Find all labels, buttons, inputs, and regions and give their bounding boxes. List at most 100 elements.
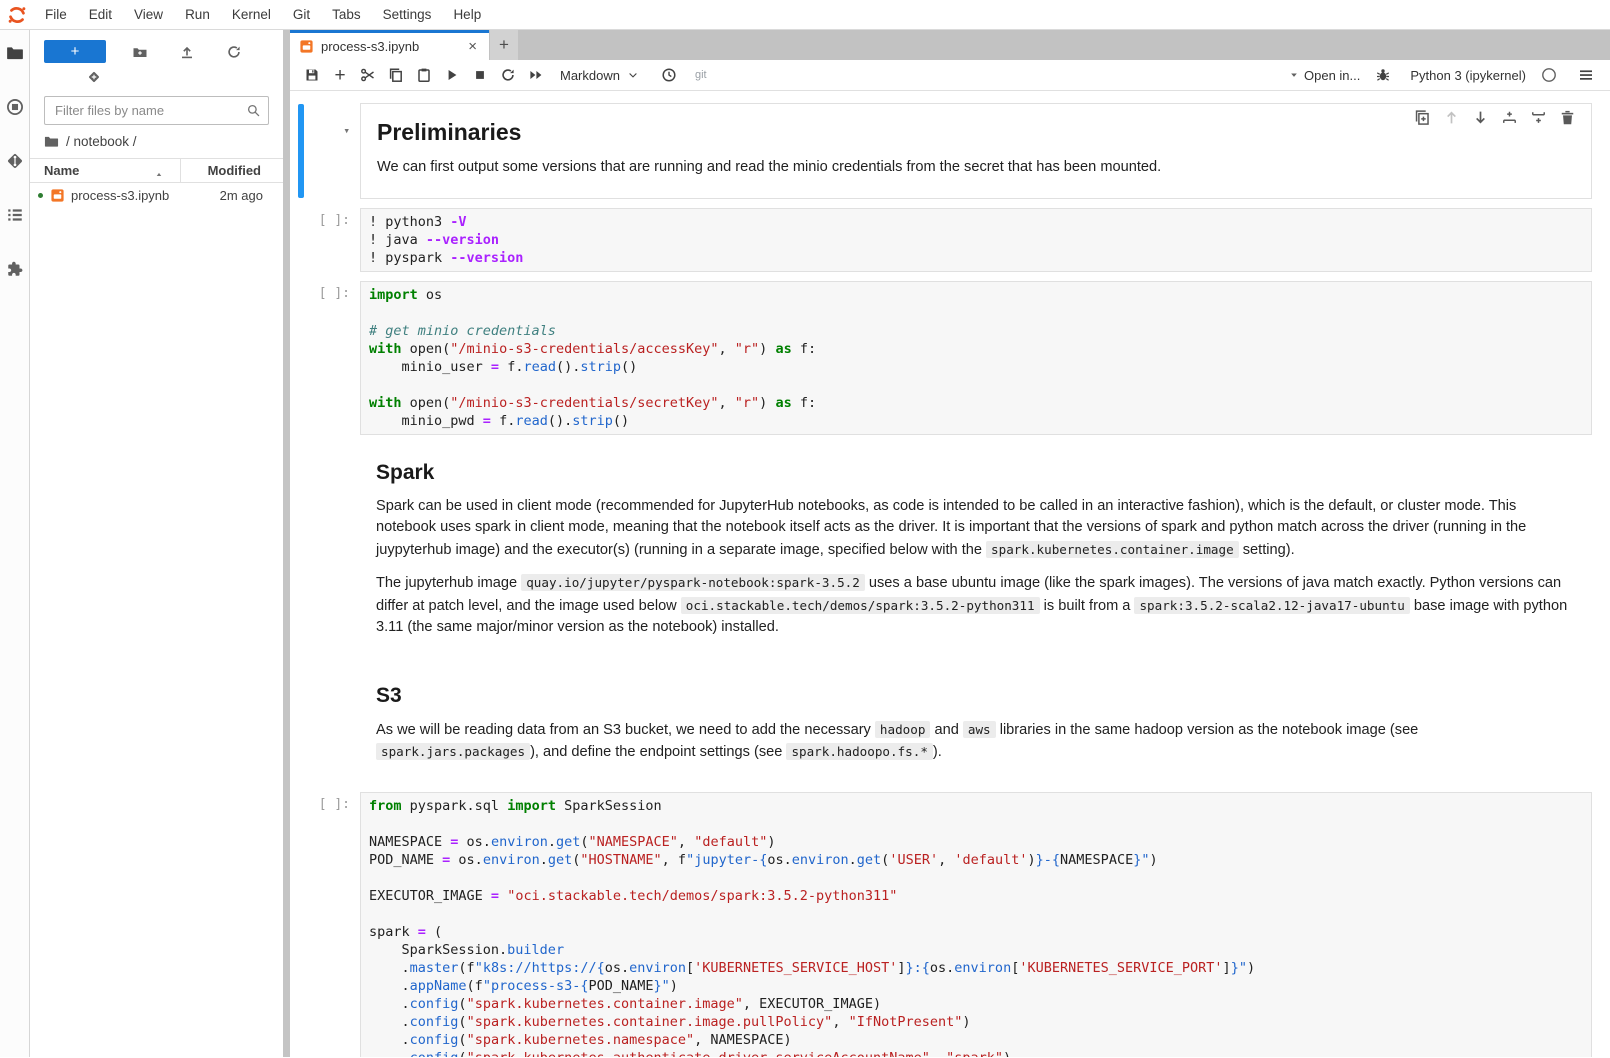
- upload-icon[interactable]: [179, 44, 195, 60]
- save-icon[interactable]: [298, 62, 326, 88]
- insert-cell-below-icon[interactable]: [1529, 108, 1547, 126]
- markdown-cell-content[interactable]: Preliminaries We can first output some ve…: [360, 103, 1592, 199]
- hamburger-menu-icon[interactable]: [1572, 62, 1600, 88]
- new-folder-icon[interactable]: [132, 44, 148, 60]
- paste-cells-icon[interactable]: [410, 62, 438, 88]
- cell-prompt: [290, 444, 360, 658]
- markdown-paragraph: As we will be reading data from an S3 bu…: [376, 719, 1576, 764]
- chevron-down-icon: [627, 69, 639, 81]
- new-launcher-button[interactable]: +: [44, 40, 106, 63]
- insert-cell-icon[interactable]: +: [326, 62, 354, 88]
- file-browser-icon[interactable]: [5, 43, 25, 63]
- column-header-modified[interactable]: Modified: [181, 163, 283, 178]
- cell-toolbar: [1411, 106, 1578, 128]
- restart-run-all-icon[interactable]: [522, 62, 550, 88]
- duplicate-cell-icon[interactable]: [1413, 108, 1431, 126]
- cell-prompt: [ ]:: [290, 281, 360, 435]
- new-tab-button[interactable]: +: [490, 30, 518, 60]
- menu-item-help[interactable]: Help: [442, 0, 492, 29]
- file-browser-toolbar: +: [30, 30, 283, 65]
- menu-item-kernel[interactable]: Kernel: [221, 0, 282, 29]
- markdown-paragraph: The jupyterhub image quay.io/jupyter/pys…: [376, 572, 1576, 639]
- sidebar-splitter[interactable]: [283, 30, 290, 1057]
- inline-code: spark.hadoopo.fs.*: [786, 743, 932, 760]
- cell-prompt: [ ]:: [290, 792, 360, 1058]
- git-sidebar-icon[interactable]: [5, 151, 25, 171]
- open-in-label: Open in...: [1304, 68, 1360, 83]
- kernel-name[interactable]: Python 3 (ipykernel): [1410, 68, 1526, 83]
- breadcrumb[interactable]: / notebook /: [30, 131, 283, 158]
- notebook-panel: ▾ Preliminaries We can first output some v…: [290, 91, 1610, 1057]
- delete-cell-icon[interactable]: [1558, 108, 1576, 126]
- collapse-heading-icon[interactable]: ▾: [343, 124, 350, 137]
- cell-prompt: [290, 667, 360, 783]
- move-cell-up-icon[interactable]: [1442, 108, 1460, 126]
- notebook-cell-5[interactable]: [ ]:from pyspark.sql import SparkSession…: [290, 792, 1592, 1058]
- open-in-dropdown[interactable]: Open in...: [1289, 68, 1360, 83]
- run-cell-icon[interactable]: [438, 62, 466, 88]
- app-logo-icon: [0, 4, 34, 26]
- cell-prompt: [ ]:: [290, 208, 360, 272]
- running-kernels-icon[interactable]: [5, 97, 25, 117]
- menu-item-settings[interactable]: Settings: [372, 0, 443, 29]
- menu-item-run[interactable]: Run: [174, 0, 221, 29]
- notebook-cell-4[interactable]: S3 As we will be reading data from an S3 …: [290, 667, 1592, 783]
- insert-cell-above-icon[interactable]: [1500, 108, 1518, 126]
- menu-item-edit[interactable]: Edit: [78, 0, 123, 29]
- history-clock-icon[interactable]: [655, 62, 683, 88]
- refresh-file-browser-icon[interactable]: [226, 44, 242, 60]
- activity-bar: [0, 30, 30, 1057]
- close-tab-icon[interactable]: ×: [464, 39, 481, 54]
- notebook-cell-0[interactable]: ▾ Preliminaries We can first output some v…: [290, 103, 1592, 199]
- git-toolbar-label: git: [695, 69, 707, 81]
- notebook-cell-3[interactable]: Spark Spark can be used in client mode (r…: [290, 444, 1592, 658]
- code-cell-editor[interactable]: import os# get minio credentialswith ope…: [360, 281, 1592, 435]
- markdown-heading: S3: [376, 684, 1576, 708]
- git-clone-row: [30, 65, 283, 89]
- markdown-cell-content[interactable]: S3 As we will be reading data from an S3 …: [360, 667, 1592, 783]
- file-browser-panel: + / notebook /: [30, 30, 283, 1057]
- notebook-cell-1[interactable]: [ ]:! python3 -V! java --version! pyspar…: [290, 208, 1592, 272]
- code-cell-editor[interactable]: ! python3 -V! java --version! pyspark --…: [360, 208, 1592, 272]
- menu-item-file[interactable]: File: [34, 0, 78, 29]
- menu-item-tabs[interactable]: Tabs: [321, 0, 372, 29]
- interrupt-kernel-icon[interactable]: [466, 62, 494, 88]
- notebook-toolbar: + Markdown: [290, 60, 1610, 91]
- markdown-heading: Spark: [376, 461, 1576, 485]
- extension-manager-icon[interactable]: [5, 259, 25, 279]
- markdown-paragraph: Spark can be used in client mode (recomm…: [376, 496, 1576, 562]
- git-clone-icon[interactable]: [87, 70, 101, 84]
- restart-kernel-icon[interactable]: [494, 62, 522, 88]
- inline-code: spark:3.5.2-scala2.12-java17-ubuntu: [1134, 597, 1409, 614]
- folder-icon: [44, 134, 59, 149]
- filter-files-input[interactable]: [44, 96, 269, 125]
- caret-down-icon: [1289, 70, 1299, 80]
- search-icon: [246, 103, 261, 118]
- table-of-contents-icon[interactable]: [5, 205, 25, 225]
- column-header-name[interactable]: Name: [30, 163, 180, 178]
- file-name: process-s3.ipynb: [71, 188, 169, 203]
- menu-item-view[interactable]: View: [123, 0, 174, 29]
- file-row[interactable]: process-s3.ipynb 2m ago: [30, 183, 283, 208]
- code-cell-editor[interactable]: from pyspark.sql import SparkSessionNAME…: [360, 792, 1592, 1058]
- file-modified: 2m ago: [169, 188, 283, 203]
- kernel-status-icon[interactable]: [1535, 62, 1563, 88]
- inline-code: spark.jars.packages: [376, 743, 530, 760]
- sort-ascending-icon: [154, 170, 164, 180]
- markdown-cell-content[interactable]: Spark Spark can be used in client mode (r…: [360, 444, 1592, 658]
- notebook-tab-icon: [299, 39, 314, 54]
- menu-items: FileEditViewRunKernelGitTabsSettingsHelp: [34, 0, 492, 29]
- markdown-paragraph: We can first output some versions that a…: [377, 157, 1575, 179]
- inline-code: quay.io/jupyter/pyspark-notebook:spark-3…: [521, 574, 865, 591]
- copy-cells-icon[interactable]: [382, 62, 410, 88]
- debugger-bug-icon[interactable]: [1369, 62, 1397, 88]
- menu-item-git[interactable]: Git: [282, 0, 321, 29]
- tab-bar: process-s3.ipynb × +: [290, 30, 1610, 60]
- cut-cells-icon[interactable]: [354, 62, 382, 88]
- markdown-heading: Preliminaries: [377, 119, 1575, 146]
- move-cell-down-icon[interactable]: [1471, 108, 1489, 126]
- cell-type-dropdown[interactable]: Markdown: [560, 68, 639, 83]
- filter-files: [44, 96, 269, 125]
- tab-process-s3[interactable]: process-s3.ipynb ×: [290, 30, 489, 60]
- notebook-cell-2[interactable]: [ ]:import os# get minio credentialswith…: [290, 281, 1592, 435]
